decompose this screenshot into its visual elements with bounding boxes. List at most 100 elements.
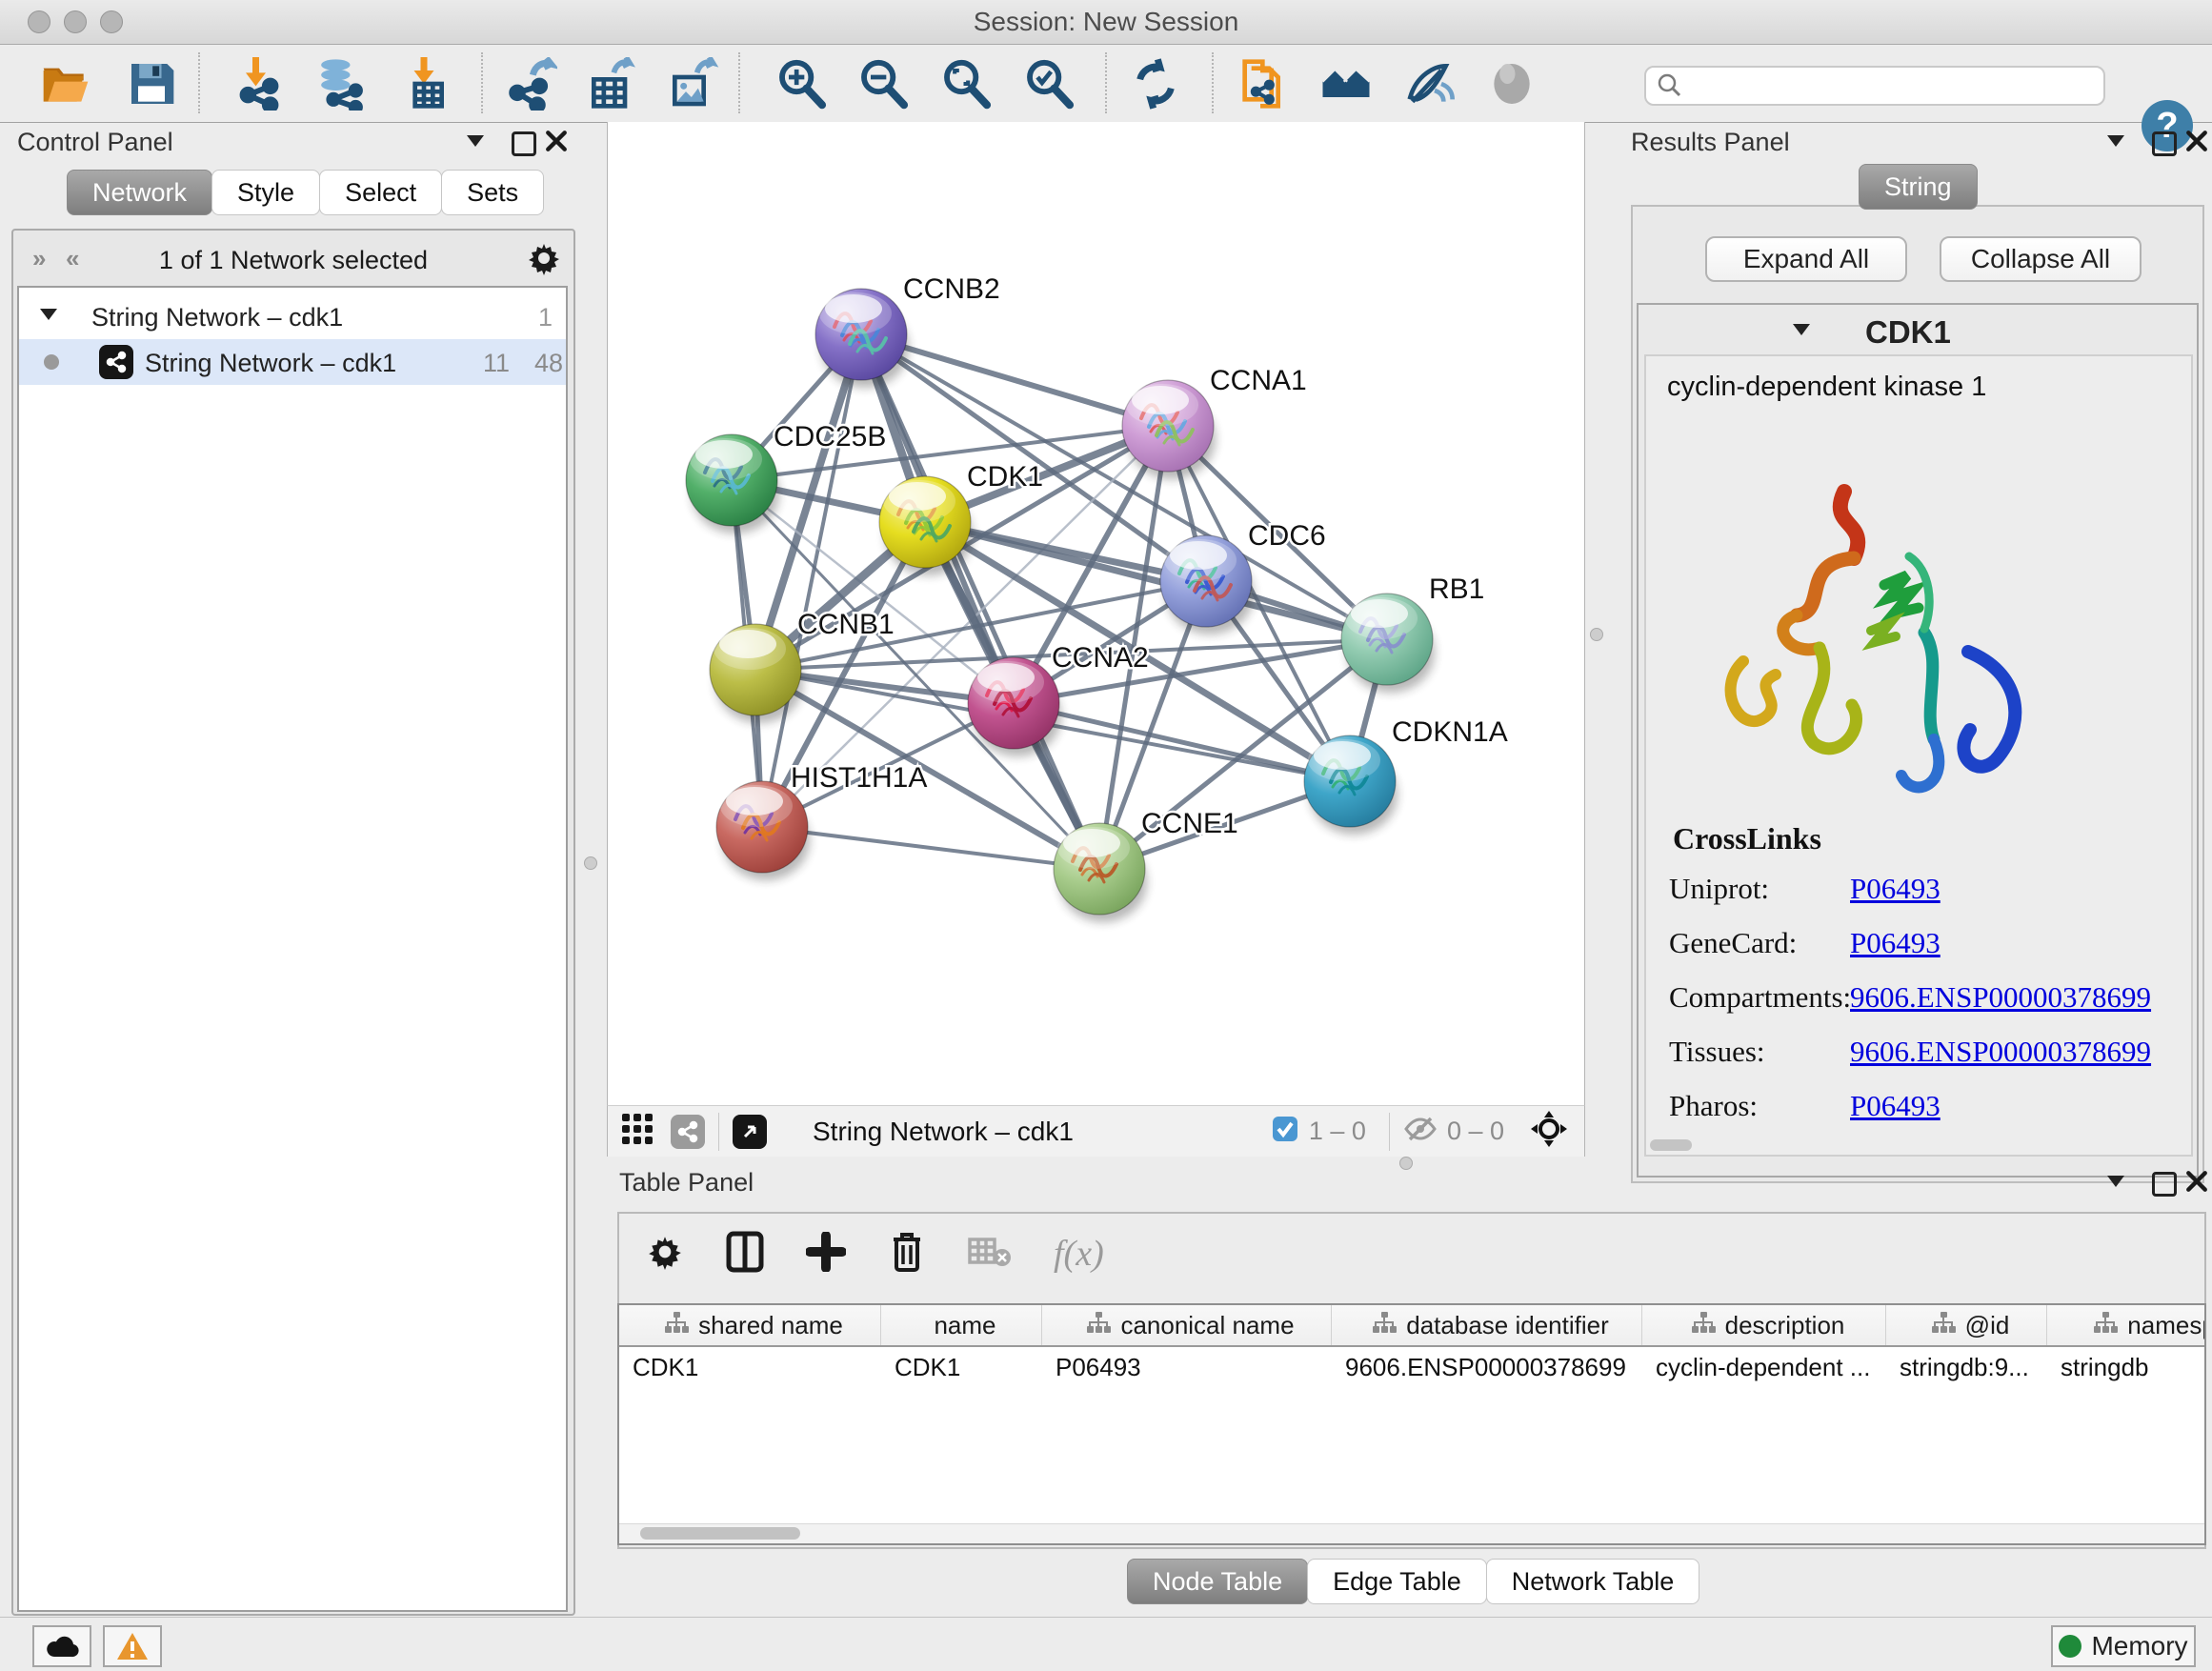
column-header-database-identifier[interactable]: database identifier: [1332, 1305, 1642, 1345]
import-network-from-file-icon[interactable]: [231, 56, 287, 111]
table-cell: CDK1: [881, 1347, 1042, 1387]
status-bar: Memory: [0, 1617, 2212, 1671]
column-header-shared-name[interactable]: shared name: [619, 1305, 881, 1345]
table-gear-icon[interactable]: [646, 1233, 684, 1276]
export-table-icon[interactable]: [584, 56, 639, 111]
hidden-eye-icon[interactable]: [1403, 1115, 1438, 1148]
left-splitter-handle[interactable]: [584, 856, 597, 870]
tab-sets[interactable]: Sets: [441, 170, 544, 215]
tab-select[interactable]: Select: [319, 170, 442, 215]
gene-symbol: CDK1: [1865, 314, 1951, 351]
zoom-in-icon[interactable]: [774, 56, 830, 111]
bottom-splitter-handle[interactable]: [1399, 1157, 1413, 1170]
export-network-icon[interactable]: [503, 56, 558, 111]
grid-view-icon[interactable]: [621, 1113, 654, 1150]
column-label: canonical name: [1120, 1311, 1294, 1340]
network-collection-row[interactable]: String Network – cdk1 1: [19, 295, 566, 337]
network-list: String Network – cdk1 1 String Network –…: [17, 286, 568, 1612]
open-session-icon[interactable]: [38, 56, 93, 111]
results-panel-close-icon[interactable]: [2185, 130, 2208, 157]
tab-string[interactable]: String: [1859, 164, 1978, 210]
network-edge[interactable]: [762, 827, 1099, 869]
network-panel-gear-icon[interactable]: [526, 240, 562, 281]
crosslink-link[interactable]: 9606.ENSP00000378699: [1850, 1035, 2151, 1069]
crosslink-link[interactable]: 9606.ENSP00000378699: [1850, 980, 2151, 1015]
tab-node-table[interactable]: Node Table: [1127, 1559, 1308, 1604]
network-label: String Network – cdk1: [145, 349, 396, 378]
add-column-icon[interactable]: [806, 1232, 846, 1277]
node-label: HIST1H1A: [791, 762, 927, 794]
zoom-out-icon[interactable]: [856, 56, 912, 111]
tab-network-table[interactable]: Network Table: [1486, 1559, 1700, 1604]
table-panel-menu-icon[interactable]: [2107, 1176, 2124, 1200]
crosslink-label: Compartments:: [1646, 980, 1850, 1015]
selected-checkbox-icon[interactable]: [1271, 1115, 1299, 1148]
node-label: RB1: [1429, 574, 1484, 605]
birds-eye-view-icon[interactable]: [1484, 56, 1539, 111]
expand-all-button[interactable]: Expand All: [1705, 236, 1907, 282]
detach-view-icon[interactable]: [733, 1115, 767, 1149]
control-panel-float-icon[interactable]: [512, 131, 536, 161]
table-panel-float-icon[interactable]: [2152, 1172, 2177, 1201]
delete-column-icon[interactable]: [888, 1230, 926, 1278]
tab-network[interactable]: Network: [67, 170, 212, 215]
network-node-count: 11: [483, 349, 510, 378]
memory-button[interactable]: Memory: [2051, 1625, 2196, 1667]
show-columns-icon[interactable]: [726, 1231, 764, 1278]
export-image-icon[interactable]: [665, 56, 720, 111]
column-header-canonical-name[interactable]: canonical name: [1042, 1305, 1332, 1345]
network-node-ccna1[interactable]: CCNA1: [1122, 365, 1307, 479]
network-canvas[interactable]: CCNB2CCNA1CDC25BCDK1CDC6RB1CCNB1CCNA2CDK…: [607, 122, 1585, 1105]
import-network-from-database-icon[interactable]: [312, 56, 368, 111]
right-splitter-handle[interactable]: [1590, 628, 1603, 641]
save-session-icon[interactable]: [124, 56, 179, 111]
crosslink-link[interactable]: P06493: [1850, 872, 1941, 906]
cloud-button[interactable]: [32, 1625, 91, 1667]
results-panel-menu-icon[interactable]: [2107, 135, 2124, 160]
network-node-cdkn1a[interactable]: CDKN1A: [1304, 716, 1508, 835]
node-label: CCNA2: [1052, 642, 1149, 674]
network-node-cdk1[interactable]: CDK1: [879, 461, 1043, 575]
column-header--id[interactable]: @id: [1886, 1305, 2047, 1345]
zoom-selected-icon[interactable]: [1022, 56, 1077, 111]
network-row-selected[interactable]: String Network – cdk1 11 48: [19, 339, 566, 385]
home-icon[interactable]: [1318, 56, 1374, 111]
collection-expander-icon[interactable]: [40, 309, 57, 329]
network-view-share-icon[interactable]: [671, 1115, 705, 1149]
network-edge[interactable]: [762, 334, 861, 827]
control-panel-menu-icon[interactable]: [467, 135, 484, 160]
results-panel-float-icon[interactable]: [2152, 131, 2177, 161]
string-protein-query-icon[interactable]: [1233, 56, 1288, 111]
collapse-all-button[interactable]: Collapse All: [1940, 236, 2142, 282]
tab-edge-table[interactable]: Edge Table: [1307, 1559, 1487, 1604]
table-hscrollbar[interactable]: [619, 1523, 2204, 1543]
crosslink-link[interactable]: P06493: [1850, 926, 1941, 960]
table-panel-close-icon[interactable]: [2185, 1170, 2208, 1198]
control-panel-close-icon[interactable]: [545, 130, 568, 157]
column-header-namespace[interactable]: namespace: [2047, 1305, 2206, 1345]
memory-label: Memory: [2091, 1631, 2187, 1661]
search-input[interactable]: [1684, 70, 2069, 102]
column-type-icon: [1931, 1311, 1956, 1340]
crosslinks-title: CrossLinks: [1673, 821, 1821, 856]
table-row[interactable]: CDK1CDK1P064939606.ENSP00000378699cyclin…: [619, 1347, 2204, 1387]
network-node-hist1h1a[interactable]: HIST1H1A: [716, 762, 927, 880]
crosslink-link[interactable]: P06493: [1850, 1089, 1941, 1123]
zoom-fit-content-icon[interactable]: [939, 56, 995, 111]
table-hscrollbar-thumb[interactable]: [640, 1527, 800, 1540]
results-panel-title: Results Panel: [1631, 128, 1790, 157]
apply-preferred-layout-icon[interactable]: [1128, 56, 1183, 111]
network-node-rb1[interactable]: RB1: [1341, 574, 1484, 693]
column-label: shared name: [698, 1311, 843, 1340]
tab-style[interactable]: Style: [211, 170, 320, 215]
column-header-name[interactable]: name: [881, 1305, 1042, 1345]
warning-button[interactable]: [103, 1625, 162, 1667]
column-header-description[interactable]: description: [1642, 1305, 1886, 1345]
gene-section-expander-icon[interactable]: [1793, 324, 1810, 344]
fit-selected-crosshair-icon[interactable]: [1529, 1109, 1569, 1154]
show-graphics-details-icon[interactable]: [1400, 56, 1456, 111]
network-node-cdc25b[interactable]: CDC25B: [686, 421, 886, 534]
results-hscrollbar[interactable]: [1650, 1139, 1692, 1151]
import-table-from-file-icon[interactable]: [396, 56, 452, 111]
crosslinks-list: Uniprot:P06493GeneCard:P06493Compartment…: [1646, 861, 2191, 1133]
